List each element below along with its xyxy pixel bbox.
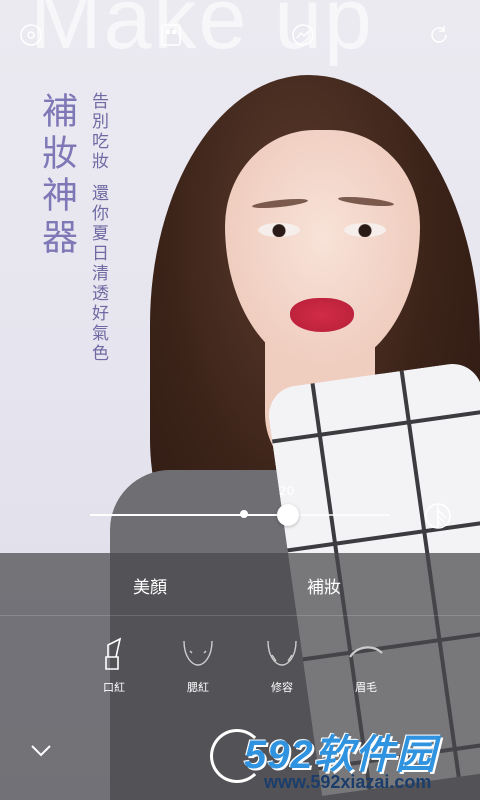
refresh-icon[interactable] (426, 22, 452, 48)
tool-contour[interactable]: 修容 (242, 633, 322, 695)
promo-title: 補妝神器 (36, 92, 77, 260)
intensity-slider[interactable]: 20 (90, 484, 390, 532)
tool-lipstick-label: 口紅 (103, 681, 125, 694)
tool-eyebrow-label: 眉毛 (355, 681, 377, 694)
image-compare-icon[interactable] (290, 22, 316, 48)
lipstick-icon (74, 633, 154, 673)
watermark-url: www.592xiazai.com (264, 772, 432, 792)
tool-row: 口紅 腮紅 修容 眉毛 (0, 633, 480, 713)
watermark-logo: 592软件园 www.592xiazai.com (244, 722, 480, 800)
slider-value: 20 (279, 484, 295, 498)
tab-makeup[interactable]: 補妝 (307, 573, 341, 598)
left-eye (258, 223, 300, 237)
top-toolbar: Make up (0, 0, 480, 70)
tab-beauty[interactable]: 美顏 (133, 573, 167, 598)
eyebrow-icon (326, 633, 406, 673)
compare-icon[interactable] (424, 502, 452, 530)
background-title: Make up (30, 0, 374, 67)
blush-icon (158, 633, 238, 673)
slider-default-marker (240, 510, 248, 518)
grid-icon[interactable] (158, 22, 184, 48)
tool-blush[interactable]: 腮紅 (158, 633, 238, 695)
lips (290, 298, 354, 332)
tool-blush-label: 腮紅 (187, 681, 209, 694)
tool-contour-label: 修容 (271, 681, 293, 694)
contour-icon (242, 633, 322, 673)
right-eye (344, 223, 386, 237)
tool-eyebrow[interactable]: 眉毛 (326, 633, 406, 695)
disc-icon[interactable] (18, 22, 44, 48)
chevron-down-icon[interactable] (26, 738, 56, 762)
promo-subtitle-1: 告別吃妝 (88, 92, 108, 172)
slider-thumb[interactable] (277, 504, 299, 526)
tab-bar: 美顏 補妝 (0, 553, 480, 616)
slider-fill (90, 514, 288, 516)
promo-subtitle-2: 還你夏日清透好氣色 (88, 184, 108, 364)
tool-lipstick[interactable]: 口紅 (74, 633, 154, 695)
